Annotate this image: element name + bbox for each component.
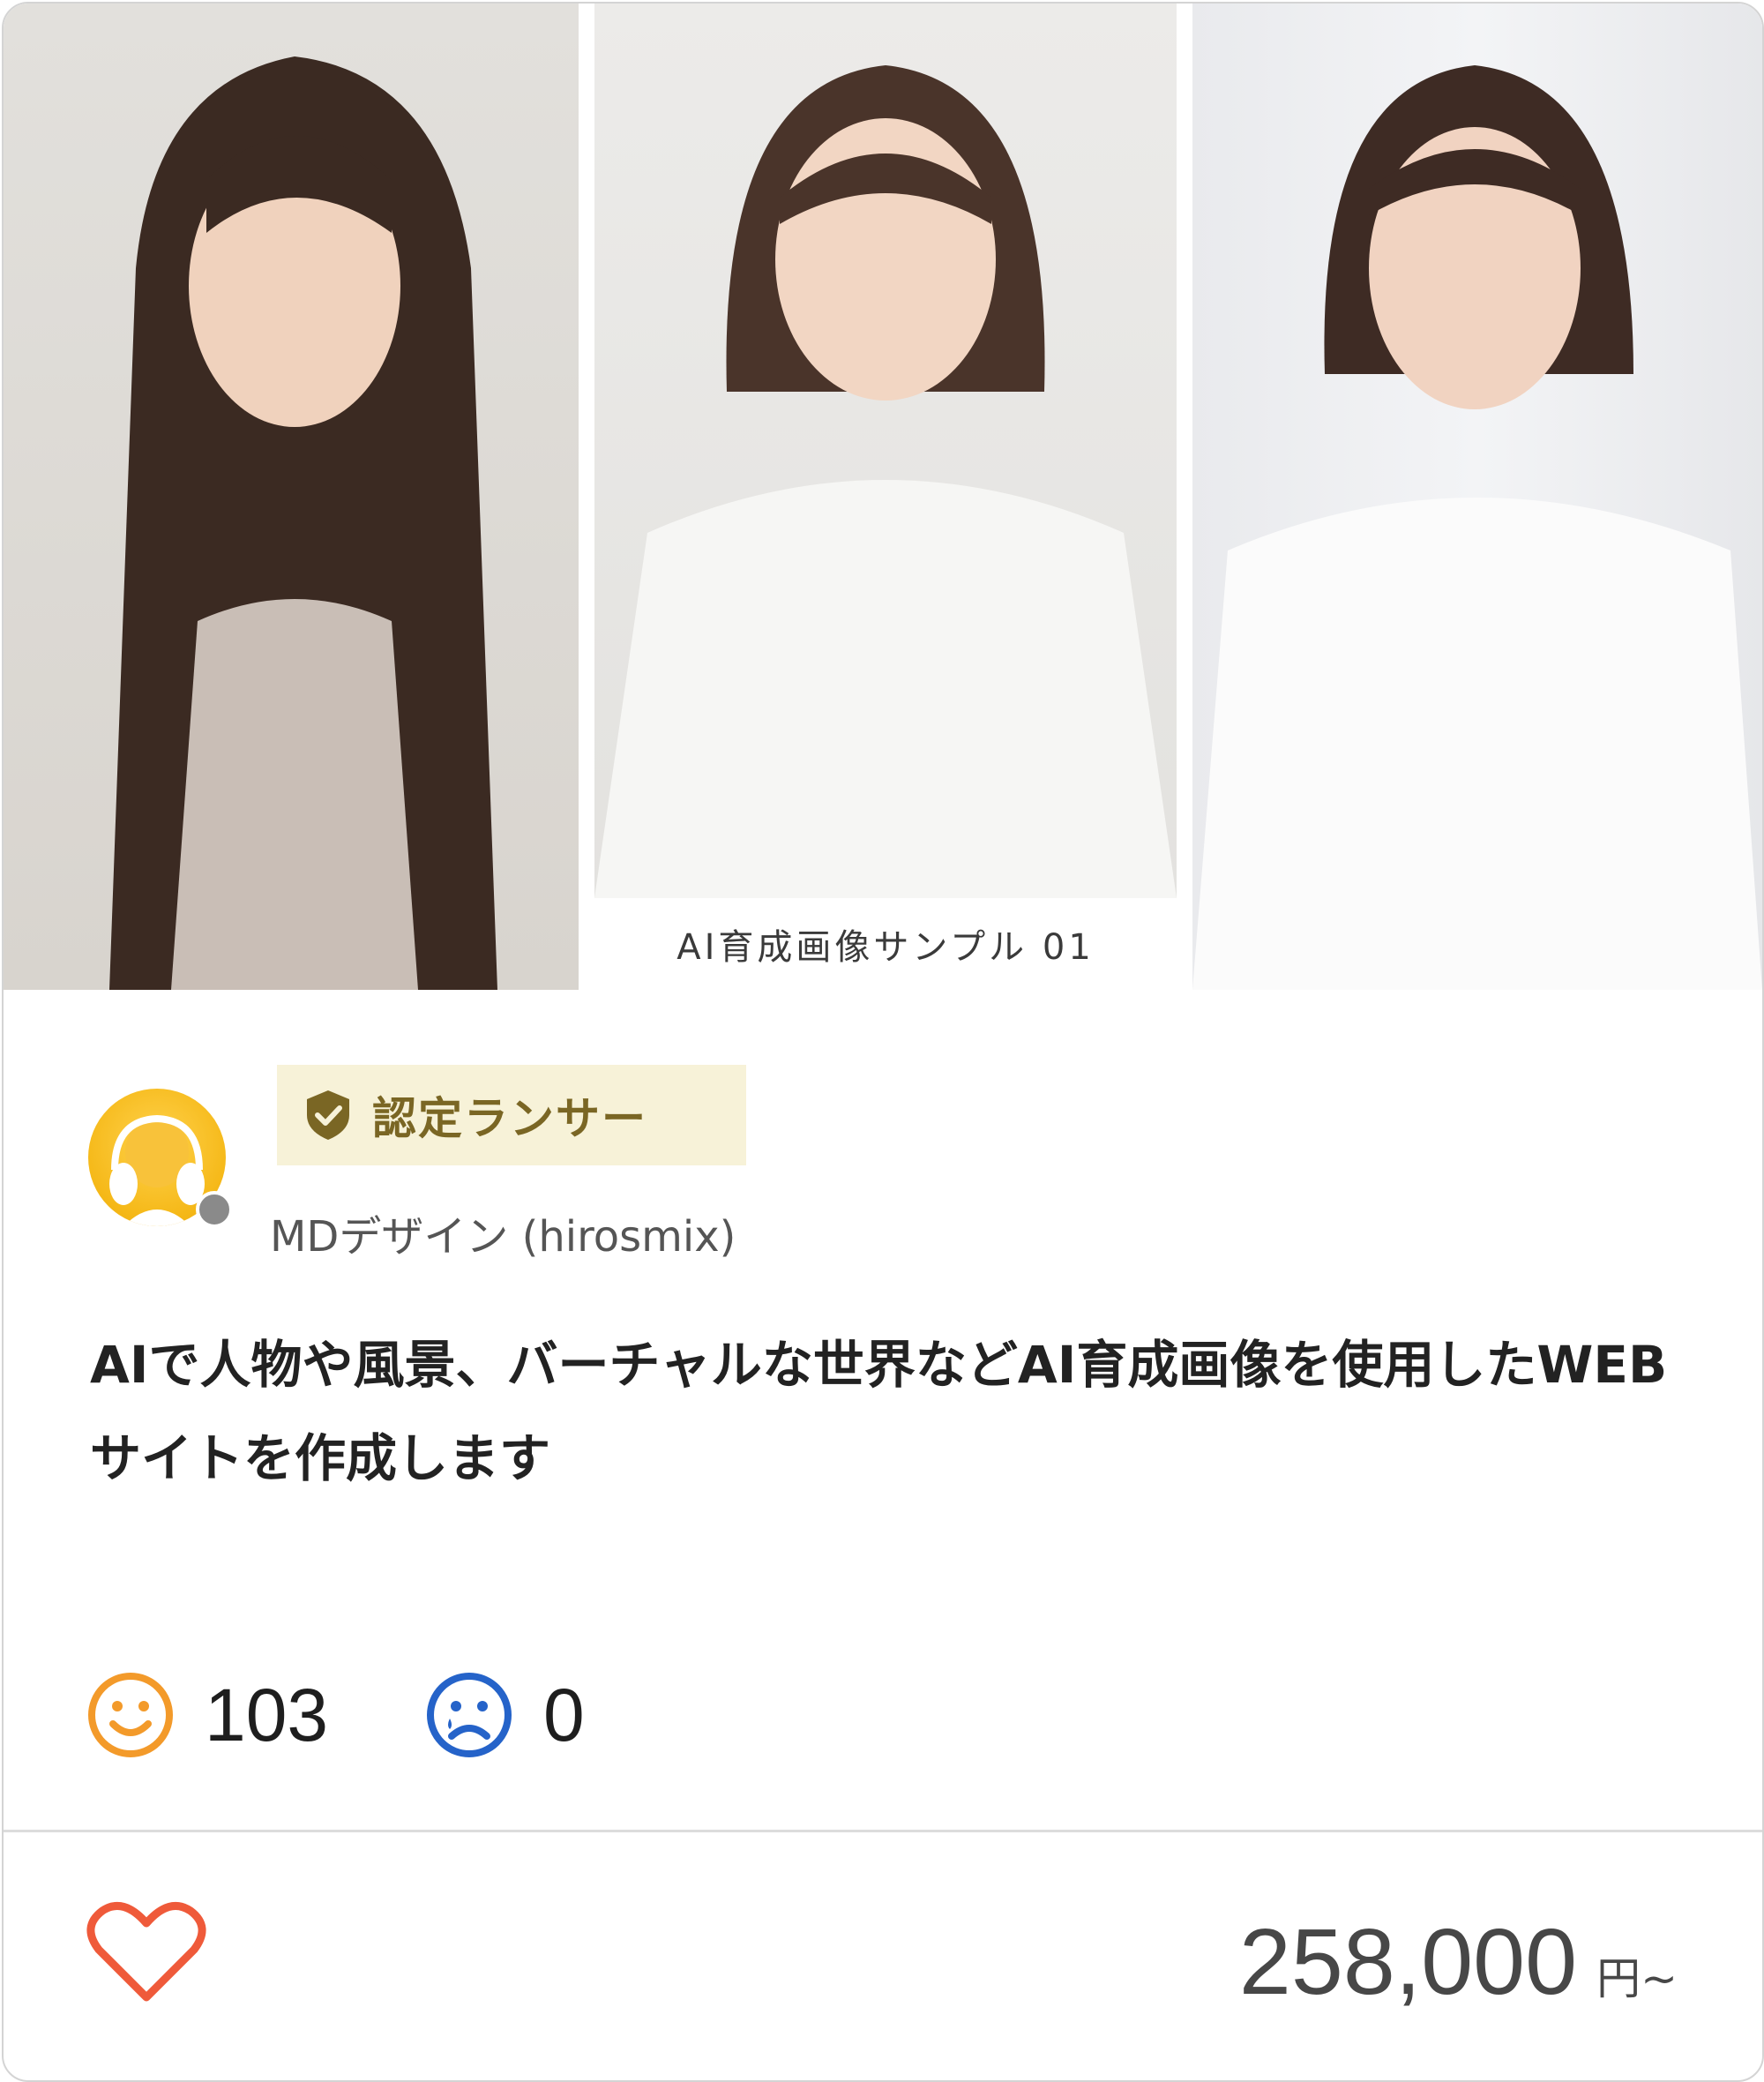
thumbnail-caption-strip: AI育成画像サンプル 01 bbox=[594, 898, 1177, 990]
price-unit: 円~ bbox=[1596, 1953, 1678, 2004]
price: 258,000 円~ bbox=[1239, 1909, 1678, 2016]
badge-label: 認定ランサー bbox=[372, 1093, 647, 1144]
footer-divider bbox=[4, 1830, 1762, 1832]
service-title[interactable]: AIで人物や風景、バーチャルな世界などAI育成画像を使用したWEBサイトを作成し… bbox=[90, 1318, 1695, 1505]
heart-outline-icon[interactable] bbox=[86, 1900, 206, 2004]
seller-name[interactable]: MDデザイン (hirosmix) bbox=[270, 1202, 736, 1263]
sad-icon bbox=[427, 1673, 512, 1757]
price-value: 258,000 bbox=[1238, 1910, 1578, 2014]
shield-check-icon bbox=[307, 1090, 349, 1140]
good-rating-count: 103 bbox=[205, 1673, 329, 1756]
smile-icon bbox=[88, 1673, 173, 1757]
thumbnail-caption: AI育成画像サンプル 01 bbox=[676, 927, 1095, 968]
thumbnail-collage[interactable]: AI育成画像サンプル 01 bbox=[4, 4, 1762, 990]
bad-rating: 0 bbox=[425, 1671, 585, 1759]
online-status-dot bbox=[196, 1191, 233, 1228]
good-rating: 103 bbox=[86, 1671, 328, 1759]
certified-lancer-badge: 認定ランサー bbox=[277, 1065, 746, 1165]
bad-rating-count: 0 bbox=[543, 1673, 585, 1756]
sample-photo-2 bbox=[594, 4, 1177, 898]
sample-photo-3 bbox=[1192, 4, 1762, 990]
service-card[interactable]: AI育成画像サンプル 01 認定ランサー MDデザイン (hirosmix) A… bbox=[2, 2, 1764, 2082]
sample-photo-1 bbox=[4, 4, 579, 990]
